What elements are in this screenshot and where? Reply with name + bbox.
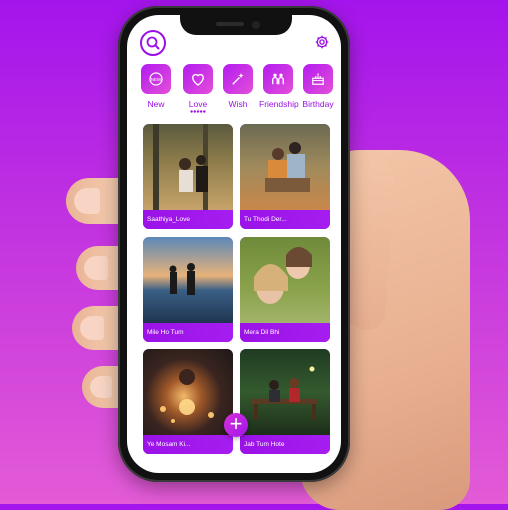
card-title: Mera Dil Bhi: [240, 323, 330, 342]
category-friendship[interactable]: Friendship: [259, 64, 299, 109]
card-thumbnail: [143, 124, 233, 210]
video-card[interactable]: Tu Thodi Der...: [240, 124, 330, 229]
speaker-grille: [216, 22, 244, 26]
video-card[interactable]: Ye Mosam Ki...: [143, 349, 233, 454]
plus-icon: +: [229, 411, 243, 436]
card-title: Mile Ho Tum: [143, 323, 233, 342]
card-title: Tu Thodi Der...: [240, 210, 330, 229]
front-camera: [252, 21, 260, 29]
category-birthday[interactable]: Birthday: [299, 64, 337, 109]
category-label: Wish: [228, 99, 248, 109]
card-title: Saathiya_Love: [143, 210, 233, 229]
category-label: Friendship: [259, 99, 299, 109]
video-card[interactable]: Mile Ho Tum: [143, 237, 233, 342]
gear-icon: [315, 35, 329, 49]
card-title: Ye Mosam Ki...: [143, 435, 233, 454]
category-wish[interactable]: Wish: [219, 64, 257, 109]
category-label: Birthday: [302, 99, 334, 109]
category-label: New: [147, 99, 165, 109]
svg-text:NEW: NEW: [151, 77, 162, 82]
video-card[interactable]: Saathiya_Love: [143, 124, 233, 229]
category-label: Love: [188, 99, 208, 109]
video-card[interactable]: Jab Tum Hote: [240, 349, 330, 454]
card-thumbnail: [240, 124, 330, 210]
phone-notch: [180, 15, 292, 35]
birthday-cake-icon: [303, 64, 333, 94]
card-thumbnail: [240, 349, 330, 435]
card-thumbnail: [240, 237, 330, 323]
new-badge-icon: NEW: [141, 64, 171, 94]
wish-wand-icon: [223, 64, 253, 94]
video-card[interactable]: Mera Dil Bhi: [240, 237, 330, 342]
selected-indicator: [190, 110, 206, 113]
settings-button[interactable]: [314, 34, 330, 50]
friendship-icon: [263, 64, 293, 94]
search-icon: [146, 36, 160, 50]
search-button[interactable]: [140, 30, 166, 56]
heart-icon: [183, 64, 213, 94]
category-love[interactable]: Love: [179, 64, 217, 109]
category-new[interactable]: NEW New: [137, 64, 175, 109]
card-thumbnail: [143, 349, 233, 435]
card-title: Jab Tum Hote: [240, 435, 330, 454]
add-button[interactable]: +: [224, 413, 248, 437]
card-thumbnail: [143, 237, 233, 323]
